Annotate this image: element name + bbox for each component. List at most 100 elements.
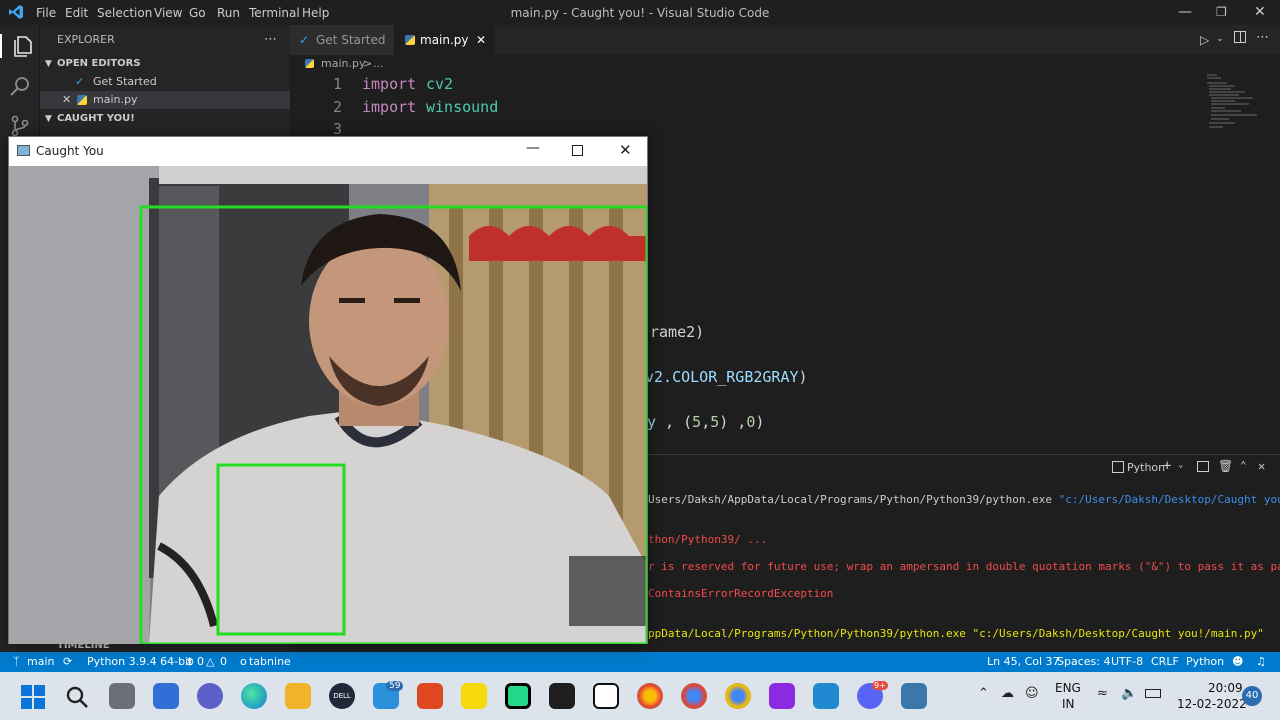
camera-window-titlebar[interactable]: Caught You — ✕ (9, 137, 647, 166)
run-icon[interactable]: ▷ (1200, 33, 1209, 47)
close-editor-icon[interactable]: ✕ (62, 91, 71, 109)
split-terminal-icon[interactable] (1197, 461, 1209, 472)
python-taskbar-icon[interactable] (901, 683, 927, 709)
clock-time[interactable]: 20:09 (1208, 681, 1243, 695)
camera-window-title: Caught You (36, 144, 104, 158)
branch-label[interactable]: main (27, 655, 54, 668)
tabnine-label[interactable]: tabnine (249, 655, 291, 668)
keyword: import (362, 98, 417, 116)
explorer-activity[interactable] (0, 34, 40, 58)
more-actions-icon[interactable]: ⋯ (1256, 30, 1269, 45)
code-fragment: rame2) (650, 323, 705, 341)
onedrive-icon[interactable]: ☁ (1001, 686, 1014, 701)
chevron-up-icon[interactable]: ⌃ (978, 686, 989, 701)
edge-icon[interactable] (241, 683, 267, 709)
module-name: winsound (426, 98, 499, 116)
minimize-icon[interactable]: — (526, 140, 540, 156)
teams-chat-icon[interactable] (197, 683, 223, 709)
restore-icon[interactable]: ❐ (1216, 5, 1227, 19)
vscode-file-icon: ✓ (75, 75, 85, 88)
file-label: main.py (93, 93, 138, 106)
tab-main-py[interactable]: main.py ✕ (394, 25, 494, 55)
title-bar: File Edit Selection View Go Run Terminal… (0, 0, 1280, 25)
windows-taskbar: DELL 59 9+ ⌃ ☁ ☺ ENG IN ≈ 🔈 20:09 12-02-… (0, 672, 1280, 720)
office-icon[interactable] (417, 683, 443, 709)
minimap-preview (1207, 74, 1257, 128)
figma-icon[interactable] (549, 683, 575, 709)
search-activity[interactable] (8, 74, 32, 98)
tab-label: Get Started (316, 33, 386, 47)
chrome-profile-2-icon[interactable] (725, 683, 751, 709)
breadcrumb-symbol[interactable]: ... (373, 57, 384, 70)
close-panel-icon[interactable]: ✕ (1258, 459, 1265, 473)
chrome-icon[interactable] (637, 683, 663, 709)
wifi-icon[interactable]: ≈ (1097, 686, 1108, 701)
terminal-shell-label[interactable]: Python (1127, 461, 1165, 474)
warning-icon: △ (206, 655, 215, 668)
chevron-down-icon: ▼ (45, 59, 52, 69)
source-control-activity[interactable] (8, 114, 32, 138)
pycharm-icon[interactable] (505, 683, 531, 709)
windows-start-icon[interactable] (21, 685, 45, 709)
more-actions-icon[interactable]: ⋯ (264, 31, 284, 49)
tab-get-started[interactable]: ✓ Get Started (290, 25, 394, 55)
bell-icon[interactable]: ♫ (1256, 655, 1266, 668)
terminal-line: ContainsErrorRecordException (648, 587, 834, 600)
chrome-profile-icon[interactable] (681, 683, 707, 709)
error-icon: ⊗ (185, 655, 195, 668)
search-icon[interactable] (65, 685, 89, 709)
notion-icon[interactable] (593, 683, 619, 709)
camera-window[interactable]: Caught You — ✕ (8, 136, 648, 644)
line-ending[interactable]: CRLF (1151, 655, 1179, 668)
add-terminal-icon[interactable]: + (1163, 458, 1171, 474)
terminal-line: Users/Daksh/AppData/Local/Programs/Pytho… (648, 493, 1280, 506)
chevron-up-icon[interactable]: ⌃ (1240, 459, 1247, 472)
file-explorer-icon[interactable] (285, 683, 311, 709)
sync-icon[interactable]: ⟳ (63, 655, 72, 668)
vscode-taskbar-icon[interactable] (813, 683, 839, 709)
sticky-notes-icon[interactable] (461, 683, 487, 709)
region-indicator[interactable]: IN (1062, 697, 1075, 711)
cursor-position[interactable]: Ln 45, Col 37 (987, 655, 1060, 668)
minimap[interactable] (1205, 73, 1260, 133)
open-editor-main-py[interactable]: ✕ main.py (40, 91, 290, 109)
close-tab-icon[interactable]: ✕ (476, 25, 486, 55)
language-indicator[interactable]: ENG (1055, 681, 1081, 695)
widgets-icon[interactable] (153, 683, 179, 709)
file-label: Get Started (93, 75, 157, 88)
task-view-icon[interactable] (109, 683, 135, 709)
trash-icon[interactable]: 🗑 (1218, 459, 1233, 473)
warning-count[interactable]: 0 (220, 655, 227, 668)
error-count[interactable]: 0 (197, 655, 204, 668)
window-title: main.py - Caught you! - Visual Studio Co… (510, 6, 770, 20)
volume-icon[interactable]: 🔈 (1121, 686, 1137, 701)
folder-label: CAUGHT YOU! (57, 113, 135, 124)
discord-tray-icon[interactable]: ☺ (1025, 686, 1039, 701)
line-number: 2 (332, 98, 342, 116)
folder-section[interactable]: ▼ CAUGHT YOU! (40, 110, 290, 128)
notification-badge[interactable]: 40 (1242, 686, 1262, 706)
close-icon[interactable]: ✕ (1254, 4, 1266, 20)
app-window-icon (17, 145, 30, 156)
open-editors-section[interactable]: ▼ OPEN EDITORS (40, 55, 290, 73)
maximize-icon[interactable] (572, 145, 583, 156)
dell-icon[interactable]: DELL (329, 683, 355, 709)
clock-date[interactable]: 12-02-2022 (1177, 697, 1247, 711)
breadcrumb-file[interactable]: main.py (321, 57, 365, 70)
battery-icon[interactable] (1145, 689, 1161, 698)
chevron-down-icon[interactable]: ⌄ (1216, 34, 1224, 44)
minimize-icon[interactable]: — (1178, 4, 1192, 20)
chevron-down-icon[interactable]: ⌄ (1178, 460, 1183, 470)
terminal-line: thon/Python39/ ... (648, 533, 768, 546)
open-editors-label: OPEN EDITORS (57, 58, 141, 69)
python-interpreter[interactable]: Python 3.9.4 64-bit (87, 655, 192, 668)
encoding[interactable]: UTF-8 (1111, 655, 1143, 668)
open-editor-get-started[interactable]: ✓ Get Started (40, 73, 290, 91)
feedback-icon[interactable]: ☻ (1232, 655, 1243, 668)
split-editor-icon[interactable] (1234, 31, 1246, 43)
indentation[interactable]: Spaces: 4 (1057, 655, 1110, 668)
close-icon[interactable]: ✕ (619, 141, 632, 159)
breadcrumb: main.py > ... (290, 55, 1280, 73)
app-icon[interactable] (769, 683, 795, 709)
language-mode[interactable]: Python (1186, 655, 1224, 668)
